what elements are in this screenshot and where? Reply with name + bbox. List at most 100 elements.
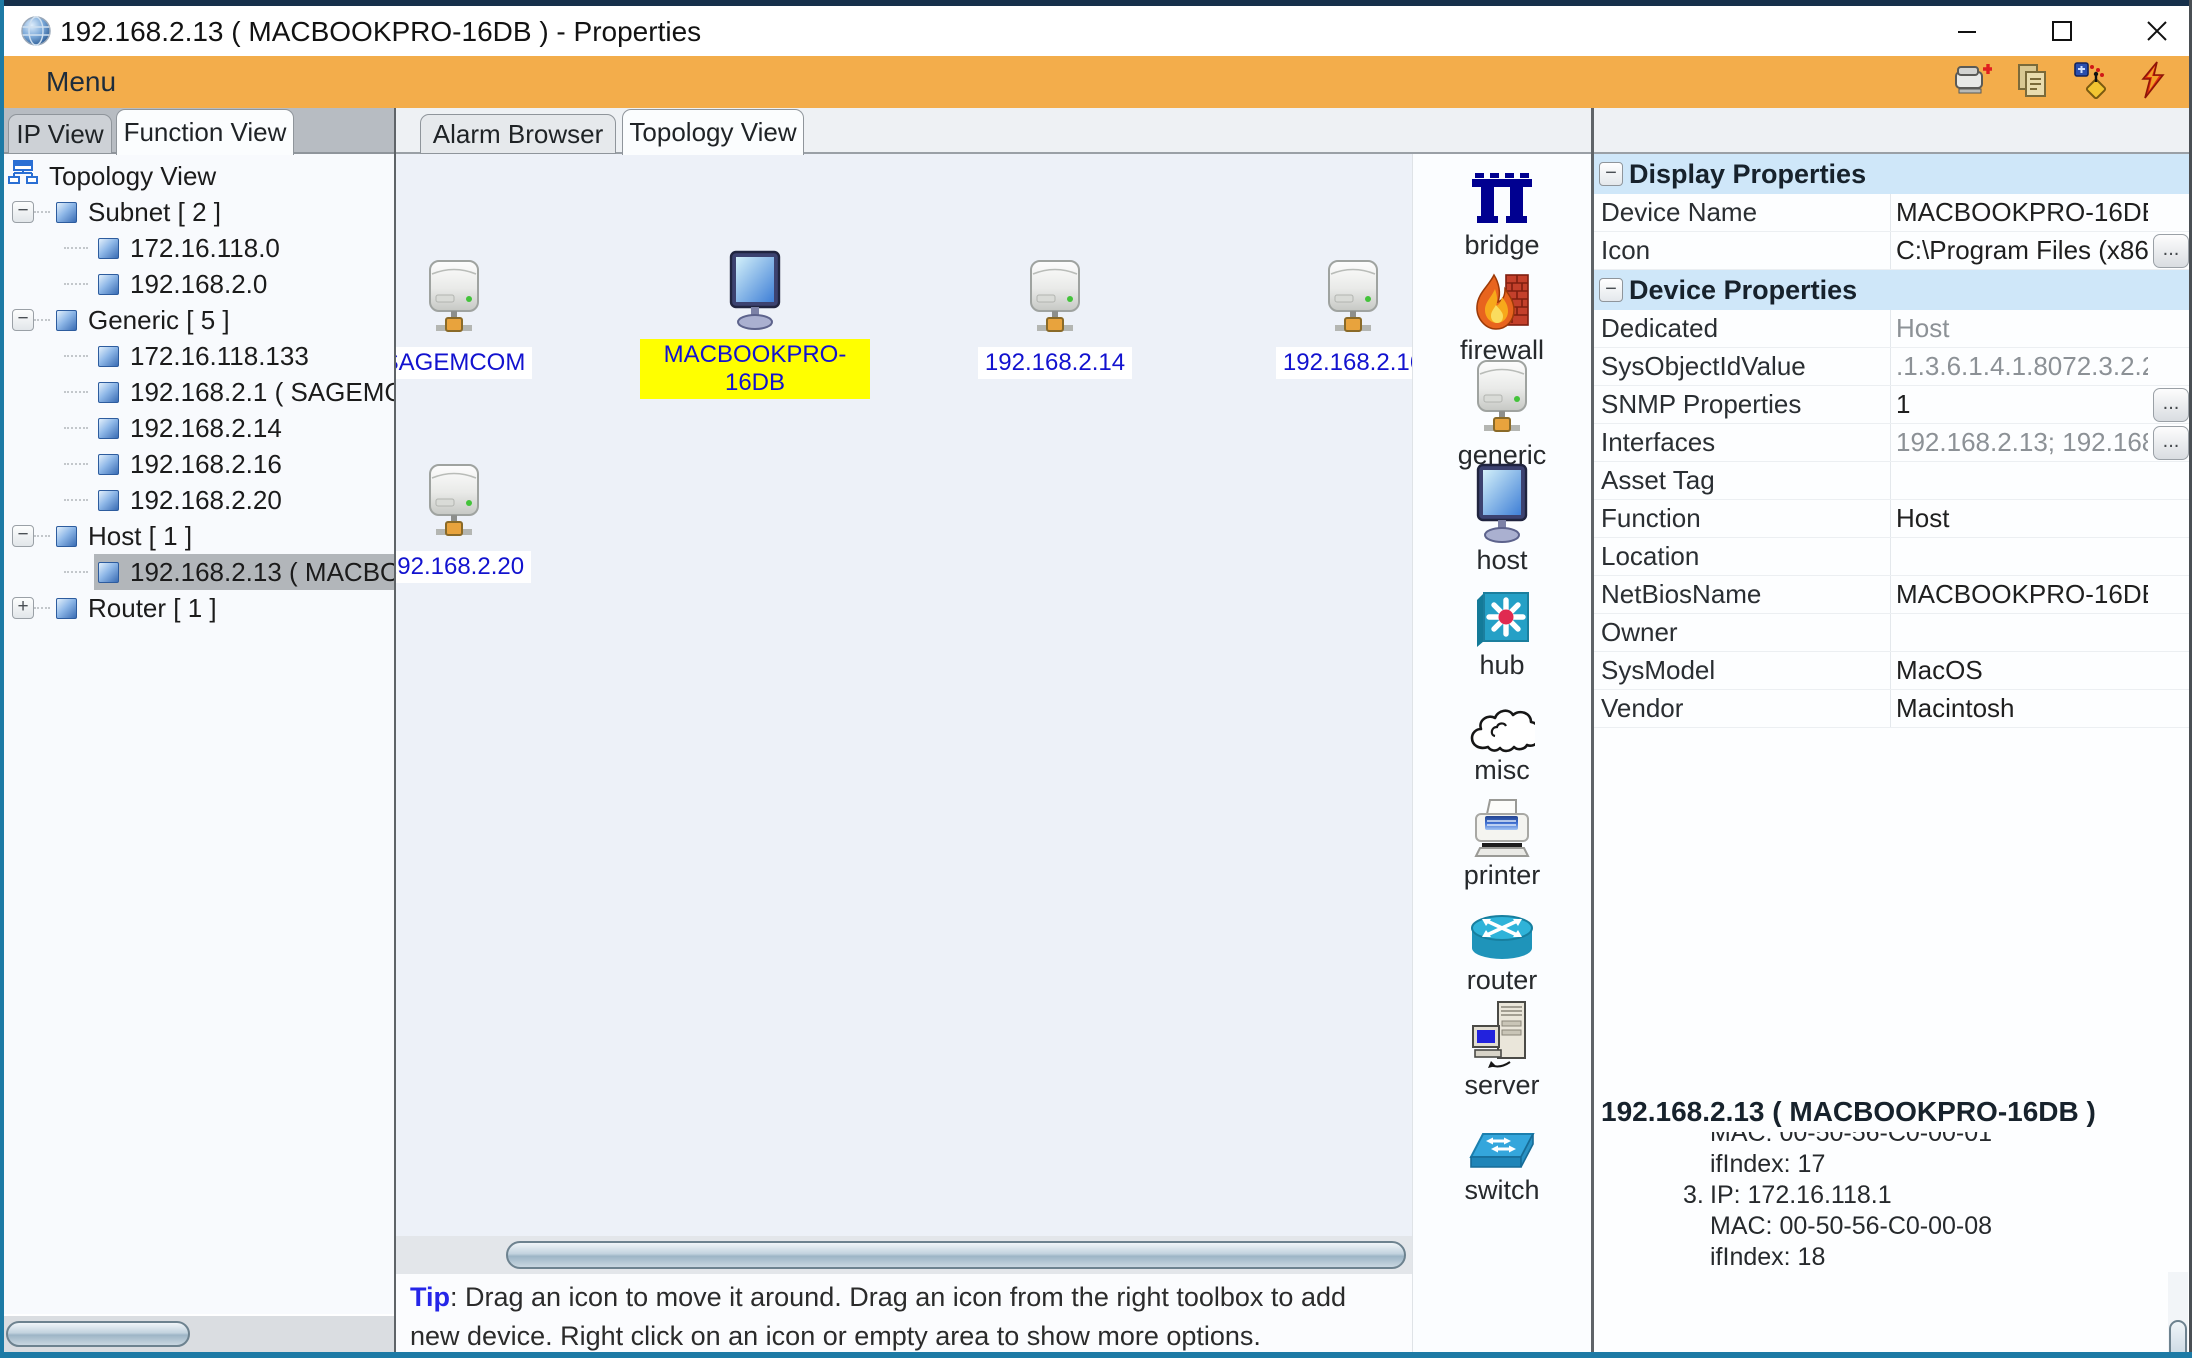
tree-item-172.16.118.0[interactable]: 172.16.118.0	[0, 230, 394, 266]
toolbox-item-router[interactable]: router	[1413, 893, 1591, 998]
device-toolbox: bridge firewall generic host hub misc	[1412, 154, 1591, 1352]
device-label-wrap: SAGEMCOM	[396, 345, 569, 379]
tab-function-view[interactable]: Function View	[116, 109, 294, 155]
properties-panel: −Display PropertiesDevice NameMACBOOKPRO…	[1594, 154, 2192, 1352]
interface-list[interactable]: MAC: 00-50-56-C0-00-01ifIndex: 173.IP: 1…	[1594, 1132, 2154, 1282]
tree-root-topology-view[interactable]: Topology View	[0, 158, 394, 194]
hub-icon	[1471, 578, 1533, 650]
property-row-asset-tag[interactable]: Asset Tag	[1594, 462, 2192, 500]
property-row-location[interactable]: Location	[1594, 538, 2192, 576]
property-row-netbiosname[interactable]: NetBiosNameMACBOOKPRO-16DB	[1594, 576, 2192, 614]
tree-group-generic[interactable]: − Generic [ 5 ]	[0, 302, 394, 338]
collapse-toggle-icon[interactable]: −	[12, 309, 34, 331]
device-192.168.2.20[interactable]: 192.168.2.20	[396, 462, 569, 583]
tree-item-192.168.2.20[interactable]: 192.168.2.20	[0, 482, 394, 518]
tab-topology-view[interactable]: Topology View	[622, 109, 804, 155]
interface-detail-line: MAC: 00-50-56-C0-00-01	[1594, 1132, 2154, 1150]
toolbox-item-label: host	[1476, 545, 1527, 576]
misc-icon	[1469, 683, 1535, 755]
property-value: MACBOOKPRO-16DB	[1896, 197, 2148, 228]
canvas-hscroll-thumb[interactable]	[506, 1241, 1406, 1269]
topology-view-icon	[8, 160, 38, 192]
details-vscroll-thumb[interactable]	[2169, 1320, 2187, 1352]
tab-ip-view[interactable]: IP View	[8, 114, 112, 154]
close-button[interactable]	[2127, 8, 2187, 54]
device-192.168.2.16[interactable]: 192.168.2.16	[1238, 258, 1412, 379]
toolbox-item-generic[interactable]: generic	[1413, 368, 1591, 473]
collapse-icon[interactable]: −	[1599, 278, 1623, 302]
tree-item-192.168.2.16[interactable]: 192.168.2.16	[0, 446, 394, 482]
left-panel-splitter[interactable]	[394, 108, 396, 1358]
tree-item-192.168.2.0[interactable]: 192.168.2.0	[0, 266, 394, 302]
toolbox-item-printer[interactable]: printer	[1413, 788, 1591, 893]
device-label: 192.168.2.16	[1276, 347, 1412, 379]
tree-group-host[interactable]: −Host [ 1 ]	[0, 518, 394, 554]
tree-group-router[interactable]: +Router [ 1 ]	[0, 590, 394, 626]
property-label: Vendor	[1601, 693, 1683, 724]
property-row-snmp-properties[interactable]: SNMP Properties1...	[1594, 386, 2192, 424]
toolbox-item-bridge[interactable]: bridge	[1413, 158, 1591, 263]
property-row-vendor[interactable]: VendorMacintosh	[1594, 690, 2192, 728]
lightning-icon	[2137, 61, 2167, 104]
device-192.168.2.14[interactable]: 192.168.2.14	[940, 258, 1170, 379]
add-device-button[interactable]	[1950, 62, 1994, 102]
toolbox-item-host[interactable]: host	[1413, 473, 1591, 578]
toolbox-item-hub[interactable]: hub	[1413, 578, 1591, 683]
topology-canvas[interactable]: SAGEMCOM MACBOOKPRO-16DB 192.168.2.14 19…	[396, 154, 1412, 1236]
firewall-icon	[1470, 263, 1534, 335]
expand-toggle-icon[interactable]: +	[12, 597, 34, 619]
property-row-icon[interactable]: IconC:\Program Files (x86)......	[1594, 232, 2192, 270]
toolbox-item-label: printer	[1464, 860, 1541, 891]
tree-connector	[34, 607, 50, 609]
property-row-function[interactable]: FunctionHost	[1594, 500, 2192, 538]
collapse-icon[interactable]: −	[1599, 162, 1623, 186]
ellipsis-button[interactable]: ...	[2153, 388, 2189, 422]
ellipsis-button[interactable]: ...	[2153, 234, 2189, 268]
device-macbookpro-16db[interactable]: MACBOOKPRO-16DB	[640, 250, 870, 399]
toolbox-item-server[interactable]: server	[1413, 998, 1591, 1103]
tree-item-label: 192.168.2.14	[130, 413, 282, 444]
tree-item-172.16.118.133[interactable]: 172.16.118.133	[0, 338, 394, 374]
minimize-button[interactable]	[1937, 8, 1997, 54]
app-globe-icon	[20, 15, 52, 47]
tab-alarm-browser[interactable]: Alarm Browser	[420, 114, 616, 154]
tree-horizontal-scrollbar[interactable]	[0, 1316, 394, 1352]
property-row-sysobjectidvalue[interactable]: SysObjectIdValue.1.3.6.1.4.1.8072.3.2.25…	[1594, 348, 2192, 386]
property-row-interfaces[interactable]: Interfaces192.168.2.13; 192.168......	[1594, 424, 2192, 462]
property-label: NetBiosName	[1601, 579, 1761, 610]
tree-item-label: 192.168.2.20	[130, 485, 282, 516]
tree-item-192.168.2.14[interactable]: 192.168.2.14	[0, 410, 394, 446]
add-device-icon	[1952, 62, 1992, 103]
ellipsis-button[interactable]: ...	[2153, 426, 2189, 460]
toolbox-item-switch[interactable]: switch	[1413, 1103, 1591, 1208]
toolbox-item-firewall[interactable]: firewall	[1413, 263, 1591, 368]
discovery-button[interactable]	[2070, 62, 2114, 102]
tree-item-192.168.2.13macbook[interactable]: 192.168.2.13 ( MACBOOK	[0, 554, 394, 590]
collapse-toggle-icon[interactable]: −	[12, 525, 34, 547]
property-row-device-name[interactable]: Device NameMACBOOKPRO-16DB	[1594, 194, 2192, 232]
copy-button[interactable]	[2010, 62, 2054, 102]
collapse-toggle-icon[interactable]: −	[12, 201, 34, 223]
toolbox-item-misc[interactable]: misc	[1413, 683, 1591, 788]
menu-button[interactable]: Menu	[46, 66, 116, 98]
tree-item-192.168.2.1sagemcom[interactable]: 192.168.2.1 ( SAGEMCOM	[0, 374, 394, 410]
property-row-dedicated[interactable]: DedicatedHost	[1594, 310, 2192, 348]
tree-connector	[64, 355, 88, 357]
device-sagemcom[interactable]: SAGEMCOM	[396, 258, 569, 379]
tree-group-label: Generic [ 5 ]	[88, 305, 230, 336]
property-value: 1	[1896, 389, 2148, 420]
property-row-owner[interactable]: Owner	[1594, 614, 2192, 652]
property-value: Host	[1896, 503, 2148, 534]
tree-hscroll-thumb[interactable]	[6, 1321, 190, 1347]
canvas-horizontal-scrollbar[interactable]	[396, 1236, 1412, 1274]
lightning-button[interactable]	[2130, 62, 2174, 102]
right-panel-splitter[interactable]	[1591, 108, 1594, 1358]
tip-label: Tip	[410, 1282, 450, 1312]
property-row-sysmodel[interactable]: SysModelMacOS	[1594, 652, 2192, 690]
tree-group-subnet[interactable]: −Subnet [ 2 ]	[0, 194, 394, 230]
device-label: 192.168.2.20	[396, 551, 531, 583]
tree-node-icon	[98, 418, 119, 439]
tree-item-label: 192.168.2.1 ( SAGEMCOM	[130, 377, 394, 408]
details-vertical-scrollbar[interactable]	[2168, 1272, 2188, 1352]
maximize-button[interactable]	[2032, 8, 2092, 54]
